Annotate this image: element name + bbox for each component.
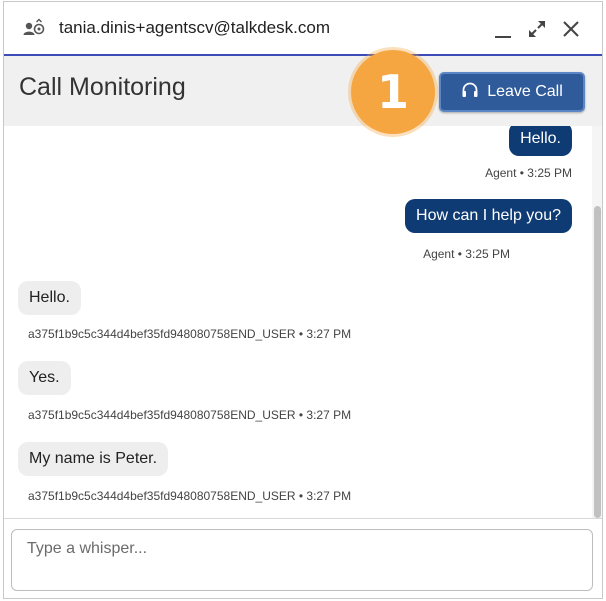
message-meta: a375f1b9c5c344d4bef35fd948080758END_USER… (28, 408, 352, 422)
window-title: tania.dinis+agentscv@talkdesk.com (59, 18, 330, 37)
message-meta: Agent • 3:25 PM (423, 247, 510, 261)
user-message-bubble: Hello. (18, 281, 81, 315)
message-scrollbar[interactable] (592, 126, 602, 518)
scroll-thumb[interactable] (594, 206, 601, 518)
close-icon[interactable] (560, 18, 582, 40)
whisper-input[interactable] (11, 529, 593, 591)
leave-call-label: Leave Call (487, 83, 563, 100)
leave-call-button[interactable]: Leave Call (439, 72, 585, 112)
minimize-icon[interactable] (492, 18, 514, 40)
agent-message-bubble: Hello. (509, 126, 572, 156)
page-title: Call Monitoring (19, 73, 186, 101)
user-message-bubble: My name is Peter. (18, 442, 169, 476)
agent-message-bubble: How can I help you? (405, 199, 572, 233)
monitoring-header: Call Monitoring 1 Leave Call (4, 50, 602, 134)
expand-icon[interactable] (526, 18, 548, 40)
message-meta: a375f1b9c5c344d4bef35fd948080758END_USER… (28, 489, 352, 503)
agents-icon (22, 18, 46, 40)
message-meta: a375f1b9c5c344d4bef35fd948080758END_USER… (28, 327, 352, 341)
headset-icon (461, 81, 479, 104)
step-badge: 1 (351, 50, 435, 134)
call-monitor-window: tania.dinis+agentscv@talkdesk.com Call M… (3, 1, 603, 599)
message-meta: Agent • 3:25 PM (485, 166, 572, 180)
composer-area (4, 518, 602, 598)
user-message-bubble: Yes. (18, 361, 71, 395)
message-list: Hello. Agent • 3:25 PM How can I help yo… (4, 126, 592, 518)
title-bar: tania.dinis+agentscv@talkdesk.com (4, 2, 602, 56)
